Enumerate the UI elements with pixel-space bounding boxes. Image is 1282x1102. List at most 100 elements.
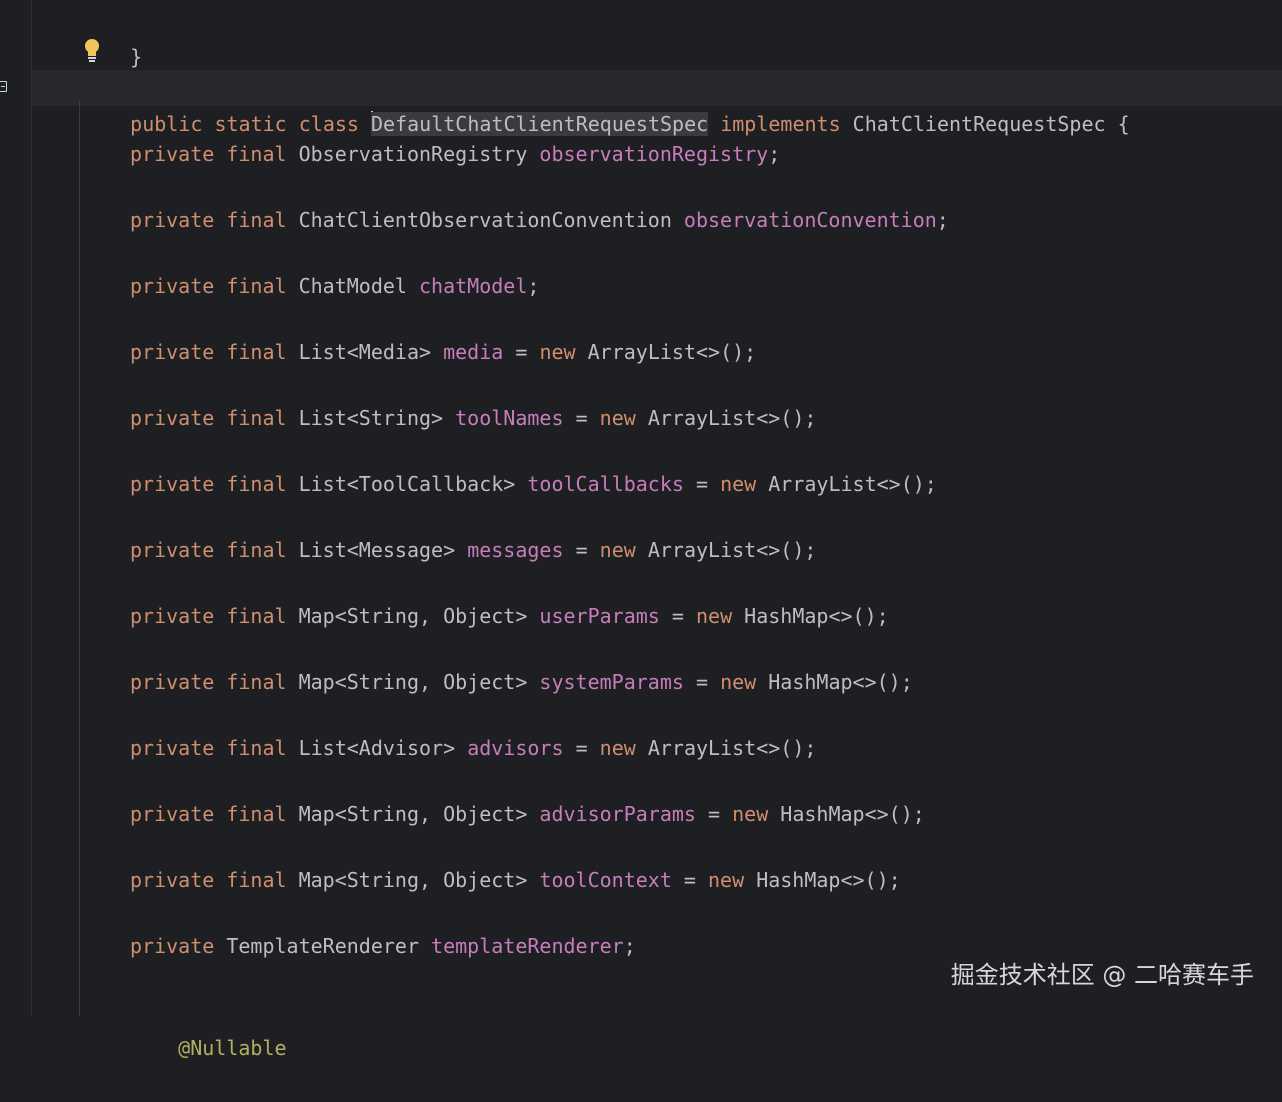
assign-operator: = <box>575 538 588 562</box>
code-line[interactable]: } <box>82 3 142 69</box>
open-brace: { <box>1117 112 1130 136</box>
field-name[interactable]: systemParams <box>539 670 684 694</box>
field-modifiers: private final <box>130 274 287 298</box>
field-type: List<Message> <box>298 538 456 562</box>
new-keyword: new <box>732 802 769 826</box>
field-type: List<Advisor> <box>298 736 456 760</box>
code-editor[interactable]: } public static class DefaultChatClientR… <box>0 0 1282 1060</box>
field-type: Map<String, Object> <box>298 604 528 628</box>
assign-operator: = <box>683 868 696 892</box>
code-line-field[interactable]: private final List<Media> media = new Ar… <box>130 334 756 370</box>
initializer: ArrayList<>() <box>647 406 805 430</box>
assign-operator: = <box>575 406 588 430</box>
field-name[interactable]: advisorParams <box>539 802 696 826</box>
field-modifiers: private final <box>130 736 287 760</box>
assign-operator: = <box>515 340 528 364</box>
closing-brace: } <box>130 45 143 69</box>
semicolon: ; <box>744 340 757 364</box>
implements-keyword: implements <box>720 112 841 136</box>
field-modifiers: private <box>130 934 215 958</box>
semicolon: ; <box>768 142 781 166</box>
semicolon: ; <box>900 670 913 694</box>
semicolon: ; <box>623 934 636 958</box>
code-line-field[interactable]: private final List<Advisor> advisors = n… <box>130 730 816 766</box>
code-line-field[interactable]: private final ChatClientObservationConve… <box>130 202 949 238</box>
field-modifiers: private final <box>130 670 287 694</box>
field-name[interactable]: media <box>443 340 503 364</box>
assign-operator: = <box>575 736 588 760</box>
semicolon: ; <box>888 868 901 892</box>
new-keyword: new <box>708 868 745 892</box>
field-name[interactable]: toolNames <box>455 406 563 430</box>
gutter-separator <box>31 0 32 1016</box>
field-name[interactable]: observationConvention <box>684 208 937 232</box>
field-name[interactable]: advisors <box>467 736 563 760</box>
initializer: HashMap<>() <box>768 670 901 694</box>
field-modifiers: private final <box>130 406 287 430</box>
field-type: ObservationRegistry <box>298 142 528 166</box>
field-modifiers: private final <box>130 604 287 628</box>
code-line-field[interactable]: private final List<String> toolNames = n… <box>130 400 816 436</box>
field-name[interactable]: templateRenderer <box>431 934 624 958</box>
field-name[interactable]: observationRegistry <box>539 142 768 166</box>
field-modifiers: private final <box>130 142 287 166</box>
fold-marker-icon[interactable] <box>0 81 7 92</box>
field-name[interactable]: toolContext <box>539 868 671 892</box>
new-keyword: new <box>720 670 757 694</box>
code-line-field[interactable]: private final Map<String, Object> adviso… <box>130 796 925 832</box>
new-keyword: new <box>599 406 636 430</box>
interface-name[interactable]: ChatClientRequestSpec <box>853 112 1106 136</box>
field-modifiers: private final <box>130 208 287 232</box>
new-keyword: new <box>695 604 733 628</box>
new-keyword: new <box>599 538 636 562</box>
code-line-field[interactable]: private final ObservationRegistry observ… <box>130 136 780 172</box>
field-modifiers: private final <box>130 868 287 892</box>
code-line-field[interactable]: private final Map<String, Object> userPa… <box>130 598 889 634</box>
semicolon: ; <box>804 406 817 430</box>
initializer: ArrayList<>() <box>768 472 925 496</box>
initializer: ArrayList<>() <box>587 340 745 364</box>
field-modifiers: private final <box>130 340 287 364</box>
new-keyword: new <box>720 472 757 496</box>
code-line-field[interactable]: private final List<ToolCallback> toolCal… <box>130 466 937 502</box>
field-type: Map<String, Object> <box>298 868 528 892</box>
watermark: 掘金技术社区 @ 二哈赛车手 <box>950 961 1254 989</box>
code-line-class-declaration[interactable]: public static class DefaultChatClientReq… <box>82 70 1130 136</box>
field-type: List<ToolCallback> <box>298 472 516 496</box>
assign-operator: = <box>695 670 709 694</box>
semicolon: ; <box>924 472 937 496</box>
field-name[interactable]: chatModel <box>419 274 527 298</box>
field-type: ChatModel <box>298 274 407 298</box>
field-type: Map<String, Object> <box>298 670 528 694</box>
semicolon: ; <box>804 538 817 562</box>
class-name[interactable]: DefaultChatClientRequestSpec <box>371 112 709 136</box>
code-line-field[interactable]: private final List<Message> messages = n… <box>130 532 816 568</box>
field-type: List<Media> <box>298 340 432 364</box>
initializer: HashMap<>() <box>756 868 889 892</box>
code-line-annotation[interactable]: @Nullable <box>130 994 286 1060</box>
code-line-field[interactable]: private final ChatModel chatModel; <box>130 268 539 304</box>
initializer: HashMap<>() <box>744 604 877 628</box>
field-modifiers: private final <box>130 472 287 496</box>
semicolon: ; <box>527 274 540 298</box>
new-keyword: new <box>539 340 576 364</box>
code-line-field[interactable]: private final Map<String, Object> toolCo… <box>130 862 901 898</box>
field-type: Map<String, Object> <box>298 802 528 826</box>
initializer: ArrayList<>() <box>647 736 805 760</box>
new-keyword: new <box>599 736 636 760</box>
code-line-field[interactable]: private final Map<String, Object> system… <box>130 664 913 700</box>
field-name[interactable]: messages <box>467 538 563 562</box>
field-modifiers: private final <box>130 802 287 826</box>
field-name[interactable]: toolCallbacks <box>527 472 684 496</box>
initializer: HashMap<>() <box>780 802 913 826</box>
semicolon: ; <box>912 802 925 826</box>
code-line-field[interactable]: private TemplateRenderer templateRendere… <box>130 928 636 964</box>
field-type: TemplateRenderer <box>226 934 419 958</box>
indent-guide <box>79 100 80 1016</box>
assign-operator: = <box>695 472 709 496</box>
field-modifiers: private final <box>130 538 287 562</box>
semicolon: ; <box>936 208 949 232</box>
field-name[interactable]: userParams <box>539 604 659 628</box>
assign-operator: = <box>708 802 721 826</box>
semicolon: ; <box>804 736 817 760</box>
